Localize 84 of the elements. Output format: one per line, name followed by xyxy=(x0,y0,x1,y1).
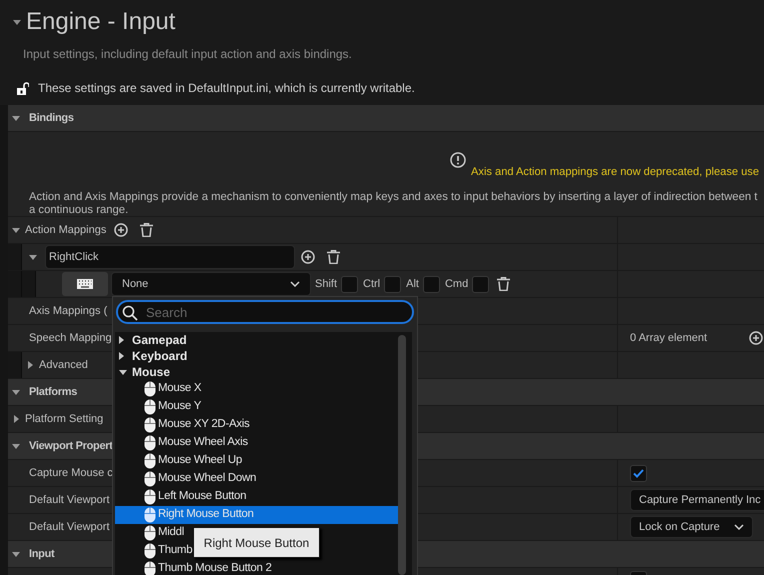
delete-icon[interactable] xyxy=(140,223,154,237)
mouse-icon xyxy=(144,525,156,541)
collapse-arrow-icon[interactable] xyxy=(12,444,20,448)
key-item[interactable]: Mouse Wheel Up xyxy=(115,452,242,470)
checkbox[interactable] xyxy=(472,276,490,292)
property-label: Action Mappings xyxy=(25,222,106,238)
mouse-icon xyxy=(144,435,156,451)
mouse-icon xyxy=(144,561,156,575)
description-text: a continuous range. xyxy=(28,204,130,216)
expand-arrow-icon[interactable] xyxy=(14,415,18,423)
description-text: Action and Axis Mappings provide a mechanism to conveniently map keys and axes to input behaviors by inserting a layer of indirection between t xyxy=(28,190,758,204)
collapse-arrow-icon[interactable] xyxy=(13,20,21,24)
mouse-icon xyxy=(144,453,156,469)
key-item[interactable]: Mouse Wheel Axis xyxy=(115,434,248,452)
category-item[interactable]: Mouse xyxy=(115,364,412,380)
mouse-icon xyxy=(144,489,156,505)
collapse-arrow-icon[interactable] xyxy=(119,370,127,374)
status-text: These settings are saved in DefaultInput.ini, which is currently writable. xyxy=(38,80,415,97)
key-item[interactable]: Mouse XY 2D-Axis xyxy=(115,416,250,434)
warning-icon xyxy=(450,152,466,168)
property-label: Capture Mouse c xyxy=(29,466,113,481)
modifier-label: Cmd xyxy=(444,276,468,292)
key-item[interactable]: Mouse Y xyxy=(115,398,202,416)
search-icon xyxy=(122,305,138,321)
category-item[interactable]: Keyboard xyxy=(115,348,412,364)
key-item[interactable]: Left Mouse Button xyxy=(115,488,246,506)
keyboard-button[interactable] xyxy=(62,272,108,296)
mouse-icon xyxy=(144,471,156,487)
name-field[interactable]: RightClick xyxy=(45,245,295,269)
key-item[interactable]: Middl xyxy=(115,524,184,542)
delete-icon[interactable] xyxy=(327,250,340,264)
property-label: Axis Mappings ( xyxy=(29,304,108,319)
modifier-label: Ctrl xyxy=(363,276,380,292)
section-title: Viewport Propert xyxy=(29,438,113,454)
property-label: Speech Mapping xyxy=(29,330,112,346)
mouse-icon xyxy=(144,399,156,415)
expand-arrow-icon[interactable] xyxy=(119,336,124,344)
key-dropdown[interactable]: None xyxy=(111,272,311,296)
array-count: 0 Array element xyxy=(630,330,708,346)
section-title: Platforms xyxy=(29,384,78,400)
key-item[interactable]: Mouse X xyxy=(115,380,202,398)
value-dropdown[interactable]: Lock on Capture xyxy=(630,516,753,538)
tooltip: Right Mouse Button xyxy=(193,527,320,558)
expand-arrow-icon[interactable] xyxy=(28,361,32,369)
key-item[interactable]: Right Mouse Button xyxy=(115,506,399,524)
value-dropdown[interactable]: Capture Permanently Inc xyxy=(630,489,764,511)
property-label: Platform Setting xyxy=(25,412,104,427)
collapse-arrow-icon[interactable] xyxy=(12,116,20,120)
scrollbar[interactable] xyxy=(398,335,406,575)
modifier-label: Alt xyxy=(406,276,419,292)
checkmark-icon xyxy=(633,468,644,478)
checkbox[interactable] xyxy=(422,276,440,292)
search-field[interactable]: Search xyxy=(116,300,414,324)
checkbox[interactable] xyxy=(341,276,358,292)
add-icon[interactable] xyxy=(114,223,128,237)
section-title: Bindings xyxy=(29,110,74,126)
page-description: Input settings, including default input action and axis bindings. xyxy=(23,46,353,63)
property-label: Advanced xyxy=(39,358,88,373)
collapse-arrow-icon[interactable] xyxy=(12,228,20,232)
warning-text: Axis and Action mappings are now deprecated, please use xyxy=(471,165,760,180)
collapse-arrow-icon[interactable] xyxy=(12,552,20,556)
add-icon[interactable] xyxy=(301,250,315,264)
mouse-icon xyxy=(144,543,156,559)
keyboard-icon xyxy=(77,279,93,289)
chevron-down-icon xyxy=(290,281,300,287)
modifier-label: Shift xyxy=(315,276,338,292)
checkbox[interactable] xyxy=(384,276,402,292)
key-item[interactable]: Thumb xyxy=(115,542,192,560)
category-item[interactable]: Gamepad xyxy=(115,332,412,348)
section-title: Input xyxy=(29,546,54,562)
mouse-icon xyxy=(144,381,156,397)
key-item[interactable]: Thumb Mouse Button 2 xyxy=(115,560,272,575)
delete-icon[interactable] xyxy=(497,277,510,291)
property-label: Default Viewport xyxy=(29,520,110,535)
checkbox[interactable] xyxy=(630,464,647,482)
collapse-arrow-icon[interactable] xyxy=(29,254,37,260)
key-item[interactable]: Mouse Wheel Down xyxy=(115,470,256,488)
page-title: Engine - Input xyxy=(26,8,176,36)
mouse-icon xyxy=(144,507,156,523)
collapse-arrow-icon[interactable] xyxy=(12,390,20,394)
mouse-icon xyxy=(144,417,156,433)
add-icon[interactable] xyxy=(749,331,764,345)
expand-arrow-icon[interactable] xyxy=(119,352,124,360)
property-label: Default Viewport xyxy=(29,492,110,508)
